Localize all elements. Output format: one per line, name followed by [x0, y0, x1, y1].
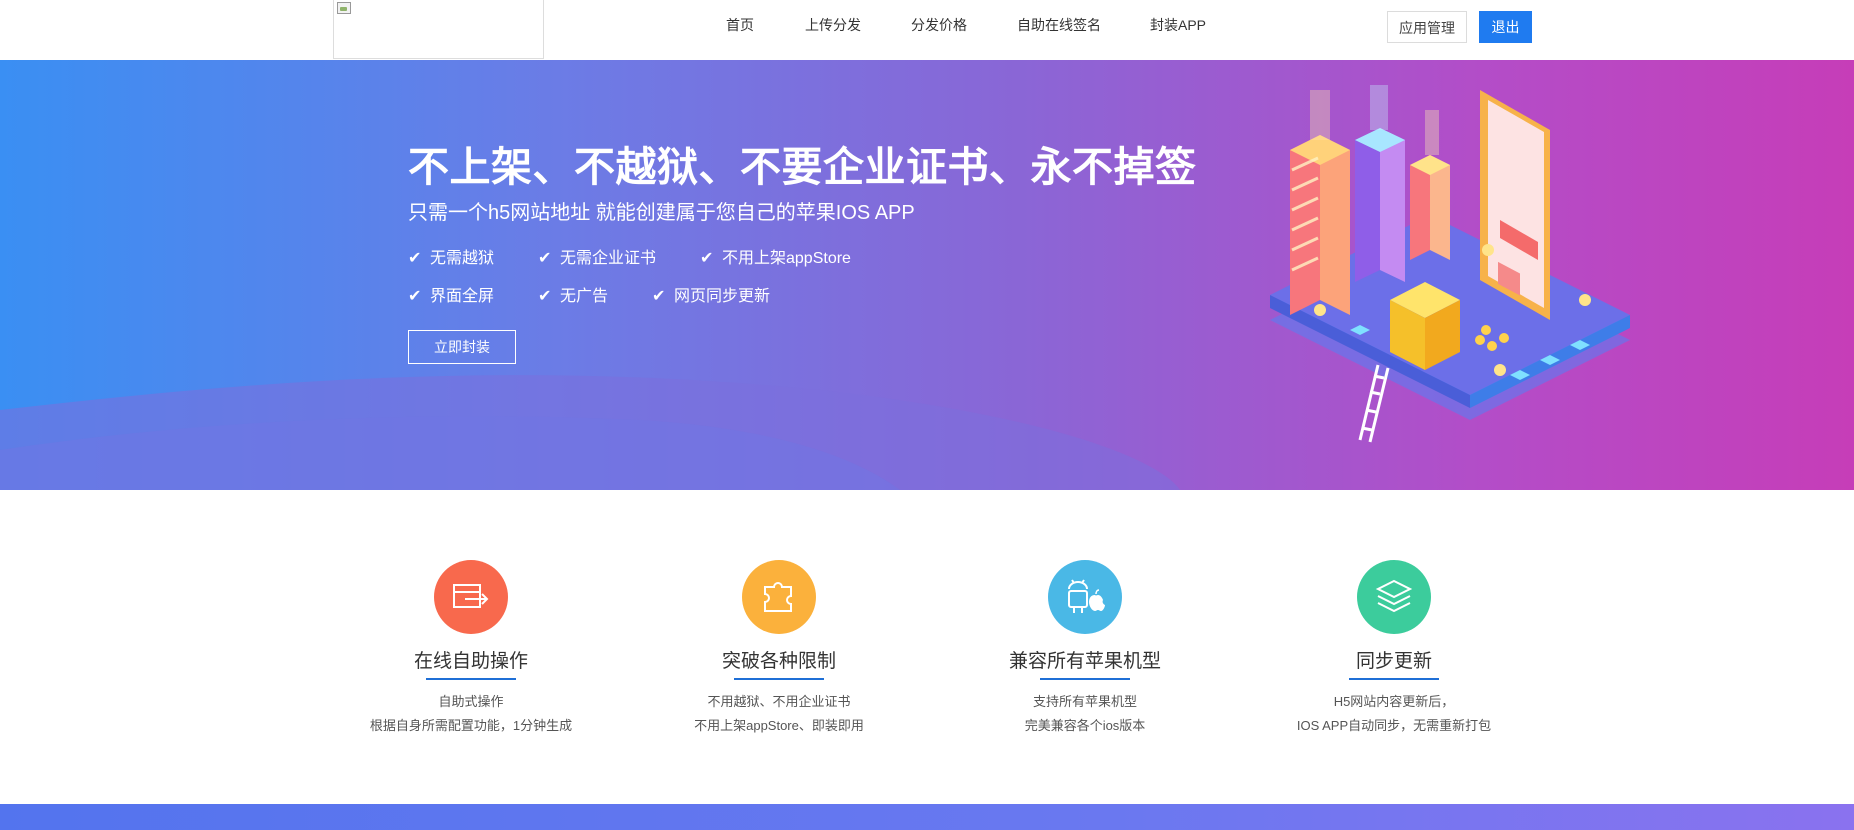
hero-title: 不上架、不越狱、不要企业证书、永不掉签 [408, 144, 1197, 190]
feature-desc: 根据自身所需配置功能，1分钟生成 [369, 718, 573, 733]
next-section-banner [0, 804, 1854, 830]
export-icon [434, 560, 508, 634]
check-icon: ✔ [538, 250, 552, 267]
android-apple-icon [1048, 560, 1122, 634]
feature-title: 在线自助操作 [413, 651, 528, 672]
title-underline [734, 678, 824, 680]
feature-title: 突破各种限制 [721, 651, 836, 672]
feature-sync-update: 同步更新 H5网站内容更新后， IOS APP自动同步，无需重新打包 [1244, 560, 1544, 738]
hero-feature-item: ✔ 无需越狱 [408, 250, 495, 267]
package-now-button[interactable]: 立即封装 [408, 330, 516, 364]
feature-desc: 不用越狱、不用企业证书 [707, 694, 851, 709]
hero-feature-item: ✔ 网页同步更新 [652, 288, 771, 305]
hero-feature-item: ✔ 不用上架appStore [700, 250, 851, 267]
broken-image-icon [337, 2, 351, 14]
check-icon: ✔ [408, 250, 422, 267]
nav-home[interactable]: 首页 [726, 16, 754, 34]
feature-desc: 不用上架appStore、即装即用 [694, 718, 864, 733]
feature-desc: 支持所有苹果机型 [1032, 694, 1137, 709]
check-icon: ✔ [408, 288, 422, 305]
logo-image[interactable] [333, 0, 544, 59]
hero-feature-item: ✔ 无需企业证书 [538, 250, 657, 267]
feature-desc: 自助式操作 [438, 694, 504, 709]
feature-desc: H5网站内容更新后， [1333, 694, 1455, 709]
feature-online-self-service: 在线自助操作 自助式操作 根据自身所需配置功能，1分钟生成 [321, 560, 621, 738]
feature-desc: 完美兼容各个ios版本 [1024, 718, 1146, 733]
app-manage-button[interactable]: 应用管理 [1387, 11, 1467, 43]
title-underline [1040, 678, 1130, 680]
nav-distribution-price[interactable]: 分发价格 [911, 16, 967, 34]
hero-feature-item: ✔ 界面全屏 [408, 288, 495, 305]
check-icon: ✔ [700, 250, 714, 267]
hero-feature-item: ✔ 无广告 [538, 288, 609, 305]
feature-desc: IOS APP自动同步，无需重新打包 [1296, 718, 1492, 733]
top-navbar: 首页 上传分发 分发价格 自助在线签名 封装APP 应用管理 退出 [0, 0, 1854, 60]
title-underline [1349, 678, 1439, 680]
feature-break-limits: 突破各种限制 不用越狱、不用企业证书 不用上架appStore、即装即用 [629, 560, 929, 738]
logout-button[interactable]: 退出 [1479, 11, 1532, 43]
check-icon: ✔ [538, 288, 552, 305]
isometric-city-illustration [1270, 85, 1630, 443]
hero-banner: 不上架、不越狱、不要企业证书、永不掉签 只需一个h5网站地址 就能创建属于您自己… [0, 60, 1854, 490]
check-icon: ✔ [652, 288, 666, 305]
hero-subtitle: 只需一个h5网站地址 就能创建属于您自己的苹果IOS APP [408, 202, 915, 224]
feature-title: 兼容所有苹果机型 [1008, 651, 1161, 672]
feature-compatibility: 兼容所有苹果机型 支持所有苹果机型 完美兼容各个ios版本 [935, 560, 1235, 738]
feature-title: 同步更新 [1355, 651, 1432, 672]
nav-online-signing[interactable]: 自助在线签名 [1017, 16, 1101, 34]
nav-package-app[interactable]: 封装APP [1150, 16, 1206, 34]
nav-upload-distribute[interactable]: 上传分发 [805, 16, 861, 34]
title-underline [426, 678, 516, 680]
puzzle-icon [742, 560, 816, 634]
layers-icon [1357, 560, 1431, 634]
